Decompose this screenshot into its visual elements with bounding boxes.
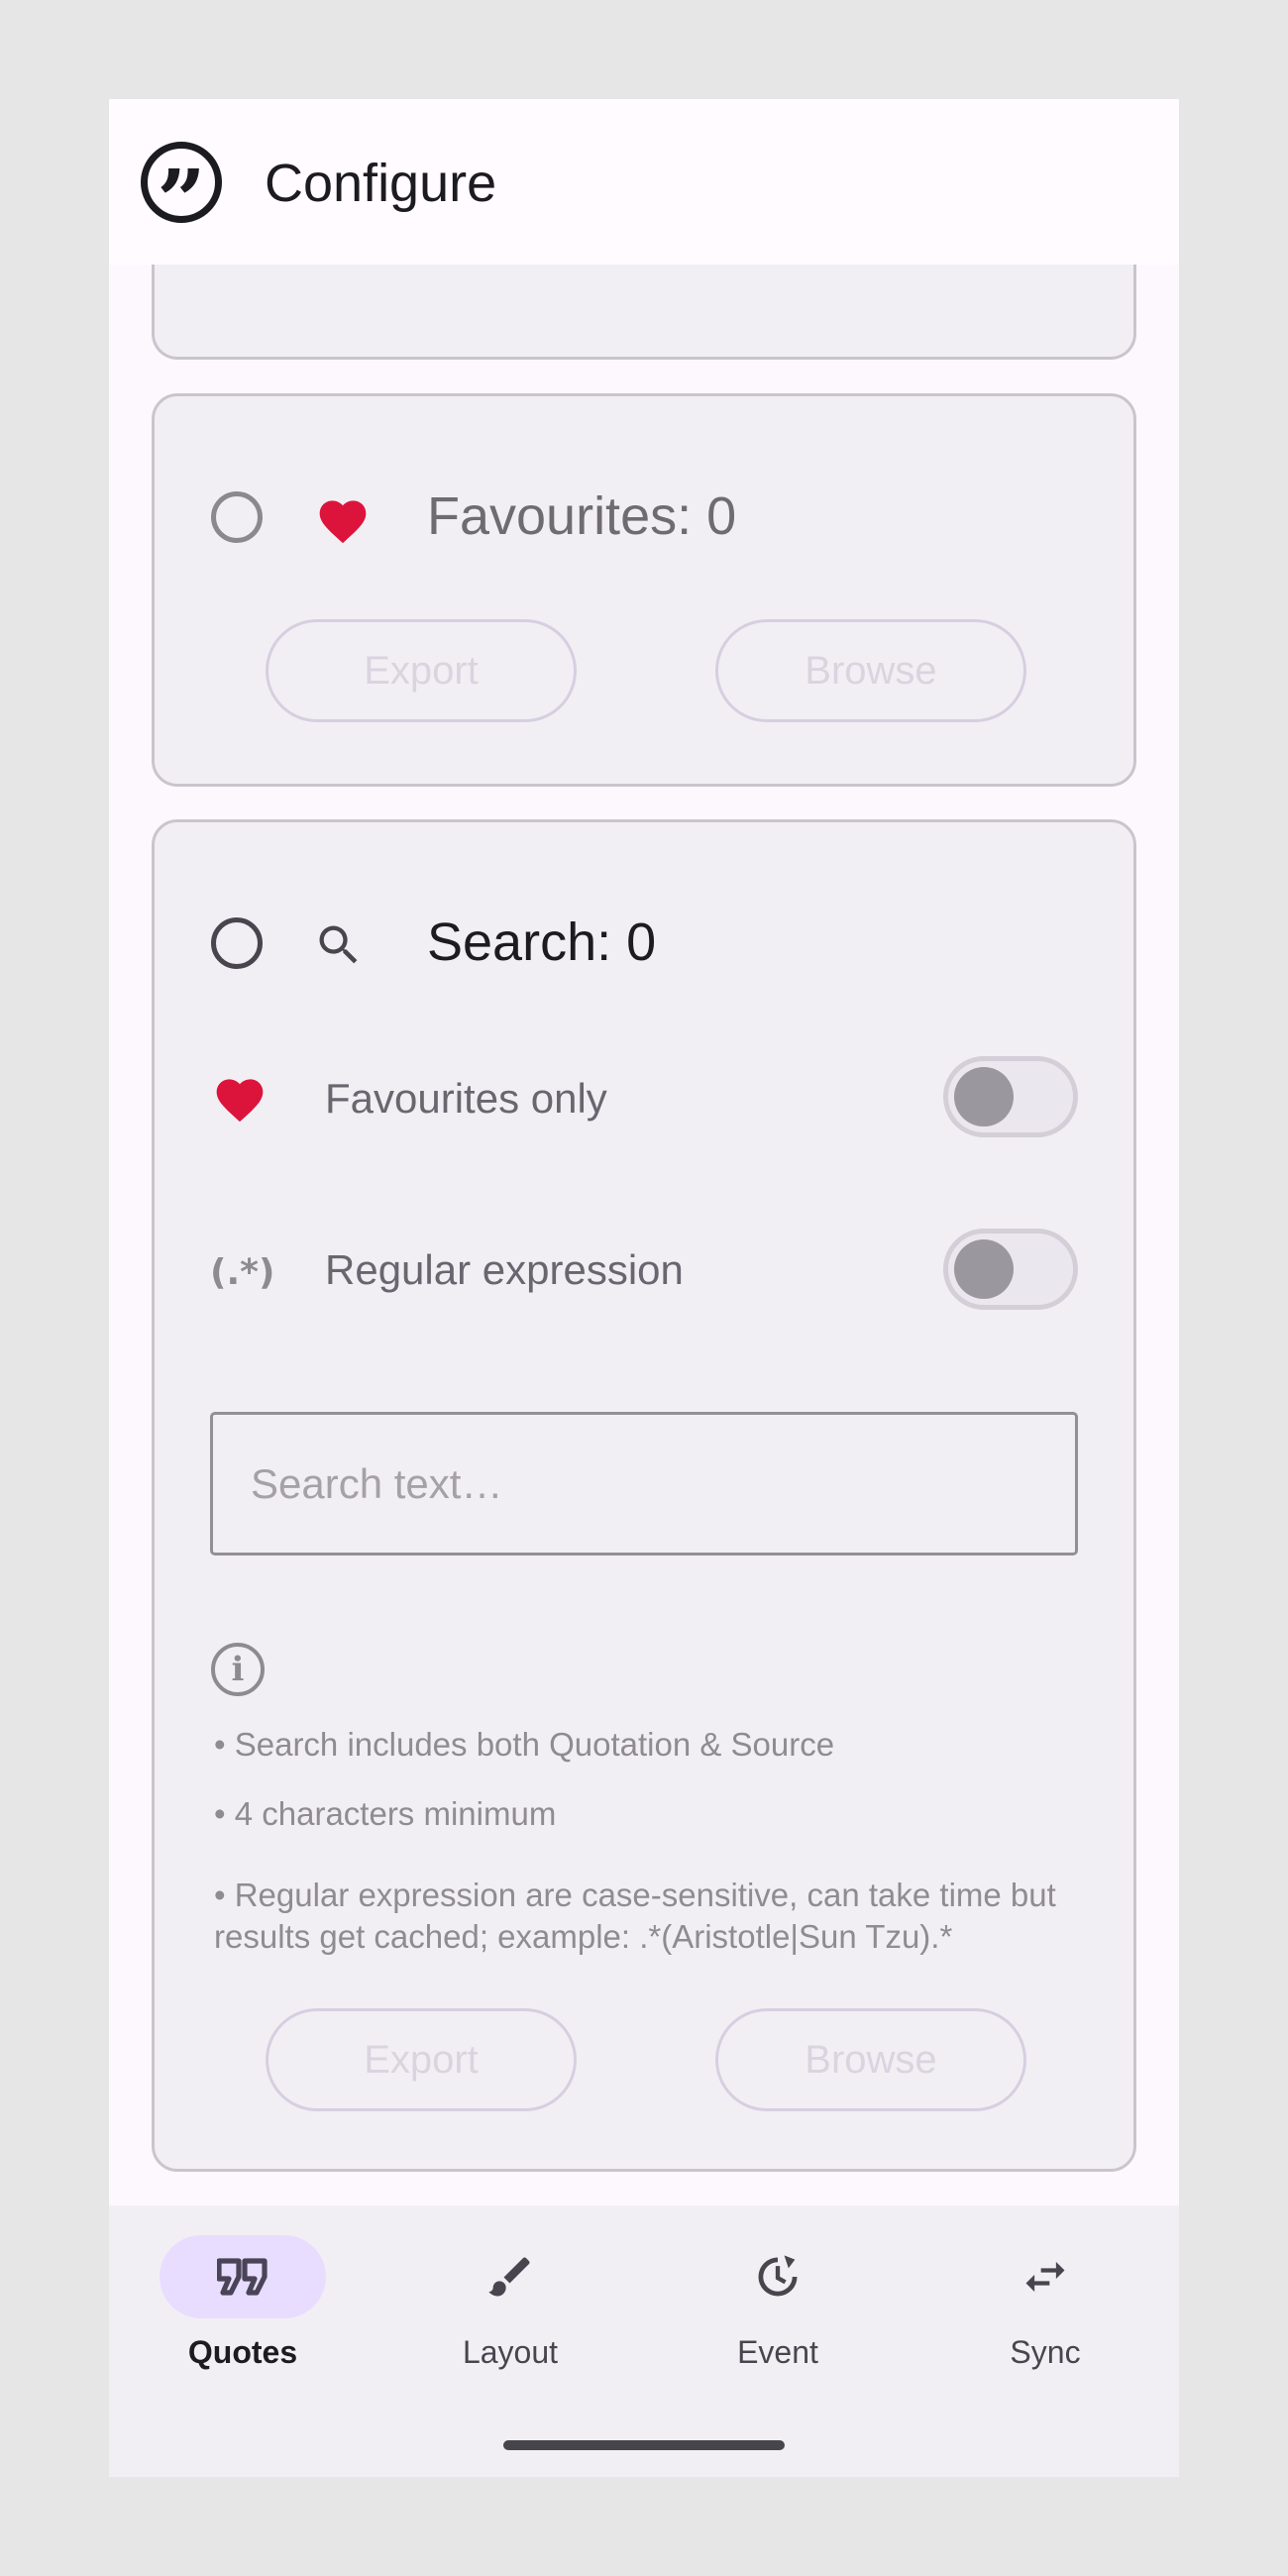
nav-label-event: Event [737,2334,818,2370]
event-clock-icon [758,2255,798,2297]
favourites-browse-button[interactable]: Browse [715,619,1026,722]
nav-active-indicator [160,2235,326,2318]
brush-icon [488,2257,530,2297]
note-regex: • Regular expression are case-sensitive,… [214,1877,1056,1955]
nav-label-sync: Sync [1010,2334,1081,2370]
nav-icon-container [962,2235,1128,2318]
search-icon [319,925,358,964]
nav-label-layout: Layout [462,2334,559,2370]
search-title: Search: 0 [427,912,657,972]
favourites-title: Favourites: 0 [427,486,737,546]
nav-item-sync[interactable]: Sync [912,2205,1179,2404]
regex-toggle[interactable] [943,1229,1078,1310]
heart-icon [319,500,367,544]
toggle-knob [954,1239,1014,1299]
search-radio[interactable] [211,917,263,969]
nav-item-event[interactable]: Event [644,2205,912,2404]
home-indicator[interactable] [503,2440,785,2450]
info-icon: i [211,1643,265,1696]
favourites-radio[interactable] [211,491,263,543]
bottom-navigation: Quotes Layout Event Sync [109,2205,1179,2477]
nav-label-quotes: Quotes [187,2334,298,2370]
nav-item-quotes[interactable]: Quotes [109,2205,376,2404]
favourites-export-button[interactable]: Export [266,619,577,722]
phone-screen: ” Configure Favourites: 0 Export Browse … [109,99,1179,2477]
page-title: Configure [265,154,497,213]
favourites-only-toggle[interactable] [943,1056,1078,1137]
sync-arrows-icon [1025,2261,1065,2293]
search-input[interactable] [210,1412,1078,1556]
nav-item-layout[interactable]: Layout [376,2205,644,2404]
toggle-knob [954,1067,1014,1127]
note-min-chars: • 4 characters minimum [214,1795,557,1832]
quote-icon [217,2258,268,2296]
search-card: Search: 0 Favourites only (.*) Regular e… [152,819,1136,2172]
search-export-button[interactable]: Export [266,2008,577,2111]
nav-icon-container [695,2235,861,2318]
favourites-card: Favourites: 0 Export Browse [152,393,1136,787]
note-search-scope: • Search includes both Quotation & Sourc… [214,1726,835,1763]
regex-icon: (.*) [210,1252,275,1293]
search-browse-button[interactable]: Browse [715,2008,1026,2111]
regex-label: Regular expression [325,1246,684,1293]
favourites-only-label: Favourites only [325,1075,607,1122]
quote-logo-icon: ” [141,142,222,245]
heart-icon [216,1079,264,1123]
app-bar: ” Configure [109,99,1179,265]
nav-icon-container [427,2235,593,2318]
